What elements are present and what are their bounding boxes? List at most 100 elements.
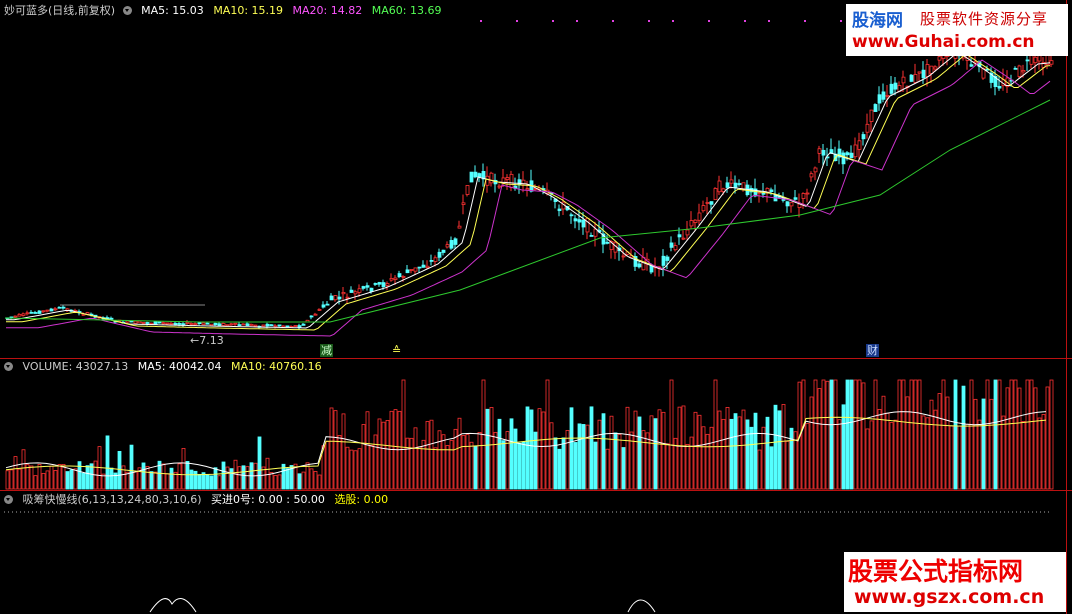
candle-body [293, 325, 298, 327]
volume-bar [545, 379, 550, 490]
event-tag-reduce[interactable]: 减 [320, 344, 333, 357]
volume-bar [1045, 386, 1050, 490]
volume-bar [297, 473, 302, 490]
signal-dot [648, 20, 650, 22]
volume-bar [225, 466, 230, 490]
candle-body [673, 245, 678, 251]
volume-bar [161, 463, 166, 490]
candle-body [441, 249, 446, 253]
candle-body [509, 173, 514, 189]
volume-bar [45, 470, 50, 490]
volume-bar [821, 379, 826, 490]
candle-body [165, 322, 170, 325]
candle-body [409, 269, 414, 271]
volume-bar [593, 441, 598, 490]
candle-body [677, 234, 682, 238]
candle-body [489, 172, 494, 184]
candle-body [301, 323, 306, 326]
volume-bar [705, 433, 710, 490]
volume-bar [133, 471, 138, 490]
volume-bar [825, 380, 830, 490]
candle-body [197, 322, 202, 325]
volume-bar [957, 425, 962, 490]
candle-body [997, 85, 1002, 89]
candle-body [313, 313, 318, 316]
volume-bar [809, 396, 814, 490]
volume-bar [937, 393, 942, 490]
candle-body [761, 192, 766, 195]
candle-body [457, 225, 462, 229]
volume-bar [29, 465, 34, 490]
volume-bar [33, 475, 38, 490]
candle-body [361, 286, 366, 289]
volume-bar [525, 406, 530, 490]
candle-body [281, 325, 286, 328]
candle-body [229, 323, 234, 326]
volume-bar [169, 467, 174, 490]
candle-body [497, 185, 502, 188]
candle-body [381, 282, 386, 288]
candle-body [369, 287, 374, 292]
volume-bar [269, 472, 274, 490]
candle-body [365, 285, 370, 288]
volume-bar [421, 439, 426, 490]
volume-bar [417, 446, 422, 490]
volume-bar [645, 432, 650, 490]
candle-body [345, 296, 350, 299]
volume-bar [145, 465, 150, 490]
candle-body [969, 64, 974, 67]
candle-body [505, 177, 510, 180]
volume-bar [401, 379, 406, 490]
volume-bar [441, 434, 446, 490]
candle-body [1033, 56, 1038, 64]
volume-bar [5, 470, 10, 490]
volume-bar [777, 410, 782, 490]
candle-body [377, 282, 382, 285]
volume-bar [1029, 379, 1034, 490]
candle-body [245, 323, 250, 327]
candle-body [253, 324, 258, 327]
candle-body [237, 324, 242, 327]
volume-bar [1025, 379, 1030, 490]
volume-bar [325, 441, 330, 490]
candle-body [461, 202, 466, 205]
volume-bar [381, 421, 386, 490]
volume-bar [425, 421, 430, 490]
volume-bar [921, 415, 926, 490]
volume-bar [901, 379, 906, 490]
volume-bar [541, 411, 546, 490]
candle-body [921, 69, 926, 79]
candle-body [685, 229, 690, 236]
volume-bar [753, 412, 758, 490]
volume-bar [945, 396, 950, 490]
watermark-slogan: 股票软件资源分享 [920, 10, 1049, 28]
ma10-line [6, 53, 1051, 331]
signal-dot [516, 20, 518, 22]
candle-body [249, 323, 254, 326]
volume-bar [805, 423, 810, 490]
event-tag-finance[interactable]: 财 [866, 344, 879, 357]
candle-body [465, 185, 470, 195]
candle-body [713, 188, 718, 201]
candle-body [181, 323, 186, 326]
volume-bar [601, 413, 606, 490]
candle-body [385, 283, 390, 286]
volume-bar [221, 461, 226, 490]
volume-bar [565, 429, 570, 490]
candle-body [133, 320, 138, 324]
volume-bar [485, 408, 490, 490]
event-tag-mark[interactable]: ≙ [391, 344, 402, 357]
candle-body [769, 189, 774, 193]
volume-bar [81, 472, 86, 490]
candle-body [413, 267, 418, 272]
volume-bar [429, 419, 434, 490]
candle-body [417, 266, 422, 269]
candle-body [705, 202, 710, 204]
volume-bar [273, 475, 278, 490]
volume-bar [833, 379, 838, 490]
volume-bar [117, 450, 122, 490]
candle-body [581, 219, 586, 228]
candle-body [169, 322, 174, 325]
candle-body [637, 263, 642, 268]
volume-bar [637, 416, 642, 490]
